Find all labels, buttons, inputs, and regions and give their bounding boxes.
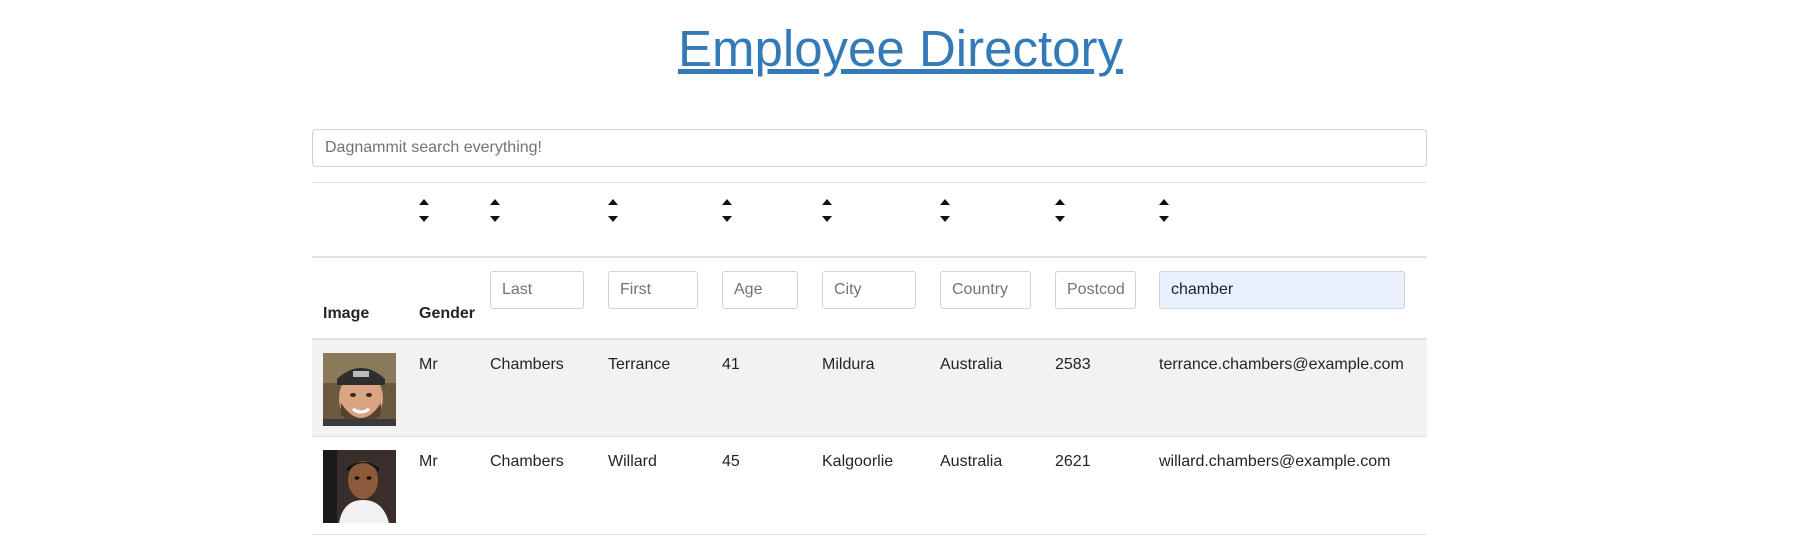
sort-desc-country-icon[interactable] — [940, 216, 950, 222]
postcode-value: 2621 — [1055, 453, 1091, 470]
employee-table: Image Gender Last First Age City Country… — [312, 182, 1427, 535]
header-first — [608, 256, 722, 340]
last-name-value: Chambers — [490, 355, 564, 373]
gender-value: Mr — [419, 355, 438, 373]
cell-postcode: 2583 — [1055, 338, 1159, 437]
country-value: Australia — [940, 453, 1003, 470]
employee-photo — [323, 352, 396, 426]
cell-city: Mildura — [822, 338, 940, 437]
filter-age-input[interactable] — [722, 270, 798, 309]
sort-cell-last — [490, 182, 608, 258]
sort-asc-age-icon[interactable] — [722, 199, 732, 205]
page-header: Employee Directory — [0, 18, 1801, 80]
header-gender: Gender — [408, 256, 490, 340]
sort-cell-postcode — [1055, 182, 1159, 258]
sort-asc-gender-icon[interactable] — [419, 199, 429, 205]
cell-country: Australia — [940, 436, 1055, 535]
table-row: Mr Chambers Willard 45 Kalgoorlie Austra… — [312, 436, 1427, 535]
global-search-input[interactable] — [312, 129, 1427, 167]
sort-desc-age-icon[interactable] — [722, 216, 732, 222]
page-title[interactable]: Employee Directory — [678, 20, 1123, 77]
filter-country-input[interactable] — [940, 270, 1031, 309]
header-postcode — [1055, 256, 1159, 340]
sort-asc-first-icon[interactable] — [608, 199, 618, 205]
postcode-value: 2583 — [1055, 355, 1091, 373]
filter-last-input[interactable] — [490, 270, 584, 309]
cell-last: Chambers — [490, 436, 608, 535]
sort-cell-first — [608, 182, 722, 258]
cell-age: 41 — [722, 338, 822, 437]
sort-asc-postcode-icon[interactable] — [1055, 199, 1065, 205]
filter-first-input[interactable] — [608, 270, 698, 309]
sort-desc-city-icon[interactable] — [822, 216, 832, 222]
cell-postcode: 2621 — [1055, 436, 1159, 535]
sort-asc-country-icon[interactable] — [940, 199, 950, 205]
table-row: Mr Chambers Terrance 41 Mildura Australi… — [312, 338, 1427, 437]
cell-first: Willard — [608, 436, 722, 535]
header-row: Image Gender — [312, 256, 1427, 340]
sort-cell-image — [312, 182, 408, 258]
cell-email: terrance.chambers@example.com — [1159, 338, 1427, 437]
cell-gender: Mr — [408, 338, 490, 437]
first-name-value: Willard — [608, 453, 657, 470]
cell-country: Australia — [940, 338, 1055, 437]
sort-cell-age — [722, 182, 822, 258]
sort-desc-gender-icon[interactable] — [419, 216, 429, 222]
cell-age: 45 — [722, 436, 822, 535]
sort-desc-first-icon[interactable] — [608, 216, 618, 222]
country-value: Australia — [940, 355, 1003, 373]
sort-desc-email-icon[interactable] — [1159, 216, 1169, 222]
sort-cell-city — [822, 182, 940, 258]
cell-image — [312, 338, 408, 437]
sort-desc-postcode-icon[interactable] — [1055, 216, 1065, 222]
age-value: 45 — [722, 453, 740, 470]
filter-postcode-input[interactable] — [1055, 270, 1136, 309]
first-name-value: Terrance — [608, 355, 671, 373]
sort-asc-email-icon[interactable] — [1159, 199, 1169, 205]
header-city — [822, 256, 940, 340]
city-value: Kalgoorlie — [822, 453, 894, 470]
sort-cell-email — [1159, 182, 1427, 258]
sort-asc-city-icon[interactable] — [822, 199, 832, 205]
cell-last: Chambers — [490, 338, 608, 437]
cell-gender: Mr — [408, 436, 490, 535]
email-value: willard.chambers@example.com — [1159, 453, 1391, 470]
sort-controls-row — [312, 182, 1427, 258]
header-age — [722, 256, 822, 340]
sort-cell-gender — [408, 182, 490, 258]
cell-first: Terrance — [608, 338, 722, 437]
header-image: Image — [312, 256, 408, 340]
cell-email: willard.chambers@example.com — [1159, 436, 1427, 535]
city-value: Mildura — [822, 355, 875, 373]
header-image-label: Image — [323, 304, 370, 322]
sort-desc-last-icon[interactable] — [490, 216, 500, 222]
filter-email-input[interactable] — [1159, 270, 1405, 309]
email-value: terrance.chambers@example.com — [1159, 355, 1404, 373]
gender-value: Mr — [419, 453, 438, 470]
employee-photo — [323, 450, 396, 523]
sort-cell-country — [940, 182, 1055, 258]
header-last — [490, 256, 608, 340]
age-value: 41 — [722, 355, 740, 373]
last-name-value: Chambers — [490, 453, 564, 470]
header-country — [940, 256, 1055, 340]
header-gender-label: Gender — [419, 304, 476, 322]
cell-city: Kalgoorlie — [822, 436, 940, 535]
cell-image — [312, 436, 408, 535]
header-email — [1159, 256, 1427, 340]
filter-city-input[interactable] — [822, 270, 916, 309]
sort-asc-last-icon[interactable] — [490, 199, 500, 205]
